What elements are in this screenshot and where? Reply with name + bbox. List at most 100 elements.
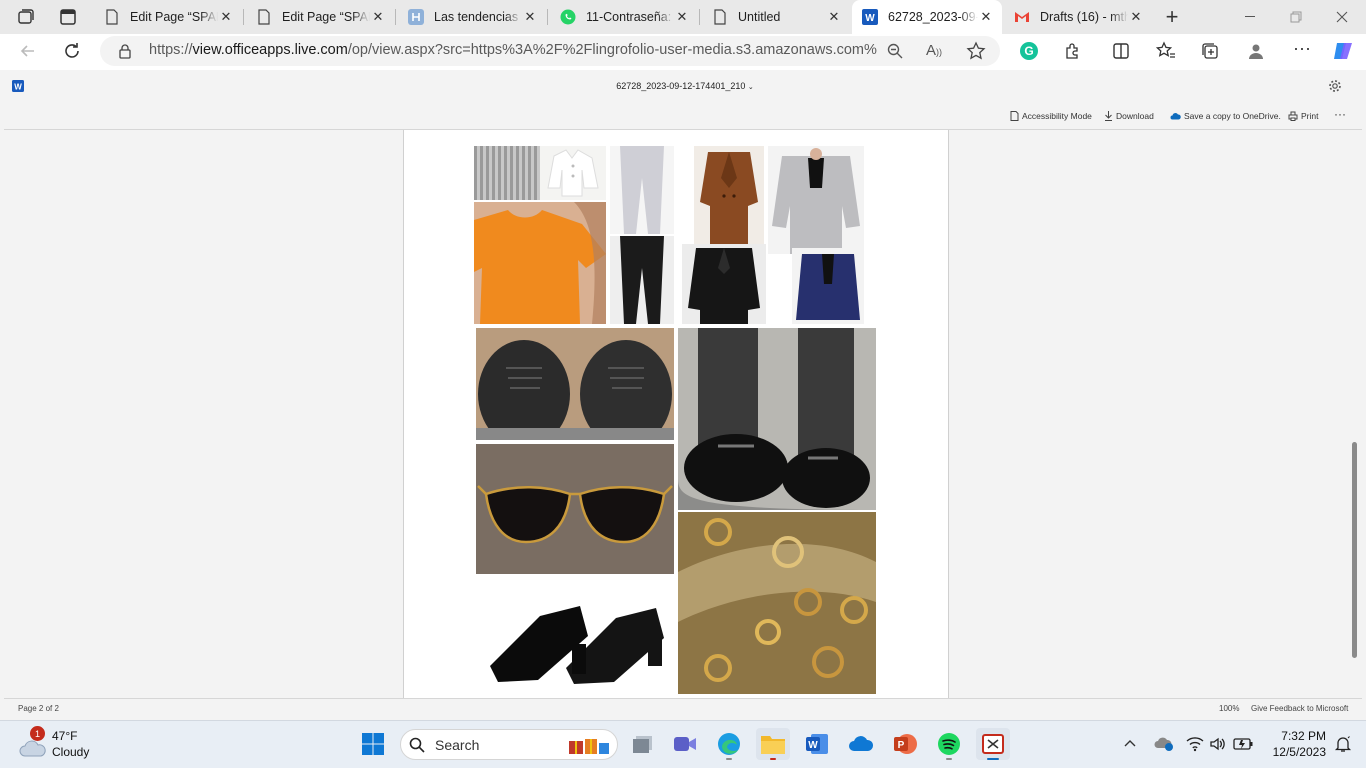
word-taskbar-icon[interactable]: W: [800, 728, 834, 760]
url-text[interactable]: https://view.officeapps.live.com/op/view…: [149, 42, 877, 58]
chevron-down-icon: ⌄: [747, 84, 754, 91]
close-tab-icon[interactable]: ✕: [826, 9, 842, 25]
new-tab-button[interactable]: +: [1158, 3, 1186, 31]
page-icon: [256, 9, 272, 25]
browser-tab[interactable]: Las tendencias de ✕: [398, 0, 546, 34]
tab-title: Drafts (16) - mth: [1040, 10, 1128, 24]
image-gray-leggings: [610, 146, 674, 234]
browser-tab[interactable]: Drafts (16) - mth ✕: [1004, 0, 1152, 34]
profile-icon[interactable]: [1246, 41, 1266, 61]
scrollbar-thumb[interactable]: [1352, 442, 1357, 658]
taskbar-search[interactable]: Search: [400, 729, 618, 760]
document-page: [403, 130, 949, 698]
lock-icon[interactable]: [118, 43, 132, 59]
document-title[interactable]: 62728_2023-09-12-174401_210 ⌄: [560, 81, 810, 91]
onedrive-taskbar-icon[interactable]: [844, 728, 878, 760]
browser-tab[interactable]: 11-Contraseña: P ✕: [550, 0, 698, 34]
tab-title: 11-Contraseña: P: [586, 10, 674, 24]
notification-bell-icon[interactable]: [1334, 735, 1352, 753]
snipping-tool-icon[interactable]: [976, 728, 1010, 760]
close-tab-icon[interactable]: ✕: [978, 9, 994, 25]
show-hidden-icons-chevron-icon[interactable]: [1122, 736, 1138, 752]
save-to-onedrive-button[interactable]: Save a copy to OneDrive.: [1170, 111, 1281, 121]
restore-button[interactable]: [1286, 8, 1306, 26]
copilot-icon[interactable]: [1331, 39, 1355, 63]
collections-icon[interactable]: [1200, 41, 1220, 61]
download-button[interactable]: Download: [1104, 111, 1154, 121]
battery-icon[interactable]: [1233, 737, 1253, 751]
gear-icon[interactable]: [1328, 79, 1342, 93]
spotify-icon[interactable]: [932, 728, 966, 760]
image-black-sneakers: [476, 328, 674, 440]
image-black-leggings: [610, 236, 674, 324]
weather-widget[interactable]: 1 47°F Cloudy: [14, 726, 124, 762]
accessibility-mode-button[interactable]: Accessibility Mode: [1010, 111, 1092, 121]
minimize-button[interactable]: [1240, 8, 1260, 26]
tab-title: Untitled: [738, 10, 781, 24]
grammarly-icon[interactable]: G: [1019, 41, 1039, 61]
close-tab-icon[interactable]: ✕: [522, 9, 538, 25]
teams-meet-icon[interactable]: [668, 728, 702, 760]
task-view-icon[interactable]: [626, 728, 660, 760]
browser-tab[interactable]: Untitled ✕: [702, 0, 850, 34]
word-viewer-header: [4, 70, 1362, 130]
close-window-button[interactable]: [1332, 8, 1352, 26]
image-black-suit: [682, 244, 766, 324]
volume-icon[interactable]: [1209, 736, 1227, 752]
edge-icon[interactable]: [712, 728, 746, 760]
whatsapp-icon: [560, 9, 576, 25]
extensions-icon[interactable]: [1063, 41, 1083, 61]
tab-title: 62728_2023-09-: [888, 10, 978, 24]
back-button[interactable]: [18, 41, 38, 61]
browser-tab[interactable]: Edit Page “SPANISH ✕: [246, 0, 394, 34]
wifi-icon[interactable]: [1186, 736, 1204, 752]
file-explorer-icon[interactable]: [756, 728, 790, 760]
image-plaid-pants: [474, 146, 540, 200]
search-placeholder: Search: [435, 737, 480, 753]
word-icon: W: [862, 9, 878, 25]
image-sunglasses: [476, 444, 674, 574]
word-app-icon[interactable]: W: [12, 80, 24, 92]
zoom-level[interactable]: 100%: [1219, 704, 1239, 713]
document-canvas: [4, 130, 1362, 698]
split-screen-icon[interactable]: [1111, 41, 1131, 61]
refresh-button[interactable]: [62, 41, 82, 61]
tab-title: Edit Page “SPANISH: [130, 10, 218, 24]
close-tab-icon[interactable]: ✕: [218, 9, 234, 25]
feedback-link[interactable]: Give Feedback to Microsoft: [1251, 704, 1348, 713]
read-aloud-icon[interactable]: A)): [926, 42, 946, 60]
browser-tab-active[interactable]: W 62728_2023-09- ✕: [852, 0, 1002, 34]
gmail-icon: [1014, 9, 1030, 25]
page-count: Page 2 of 2: [18, 704, 59, 713]
close-tab-icon[interactable]: ✕: [370, 9, 386, 25]
clock[interactable]: 7:32 PM 12/5/2023: [1262, 728, 1326, 760]
gift-icon: [569, 739, 609, 754]
onedrive-icon: [1170, 113, 1181, 120]
image-slingback-heels: [476, 576, 674, 694]
browser-tab[interactable]: Edit Page “SPANISH ✕: [94, 0, 242, 34]
powerpoint-icon[interactable]: P: [888, 728, 922, 760]
weather-condition: Cloudy: [52, 745, 90, 759]
weather-alert-badge: 1: [30, 726, 45, 741]
zoom-out-icon[interactable]: [886, 42, 904, 60]
more-options-button[interactable]: ···: [1334, 107, 1346, 121]
favorite-star-icon[interactable]: [966, 41, 986, 61]
image-gray-blazer: [768, 146, 864, 254]
image-orange-tshirt: [474, 202, 606, 324]
image-navy-blazer: [792, 248, 864, 324]
windows-icon: [362, 733, 384, 755]
favorites-icon[interactable]: [1156, 41, 1176, 61]
clock-time: 7:32 PM: [1281, 729, 1326, 743]
print-button[interactable]: Print: [1288, 111, 1318, 121]
vertical-tabs-icon[interactable]: [58, 7, 78, 27]
start-button[interactable]: [356, 728, 390, 760]
workspaces-icon[interactable]: [16, 7, 36, 27]
word-status-bar: Page 2 of 2 100% Give Feedback to Micros…: [4, 698, 1362, 718]
close-tab-icon[interactable]: ✕: [674, 9, 690, 25]
onedrive-status-icon[interactable]: [1154, 736, 1174, 752]
image-gold-rings: [678, 512, 876, 694]
cloud-icon: [19, 740, 46, 757]
close-tab-icon[interactable]: ✕: [1128, 9, 1144, 25]
settings-more-icon[interactable]: ···: [1292, 39, 1312, 61]
svg-text:P: P: [898, 740, 905, 751]
